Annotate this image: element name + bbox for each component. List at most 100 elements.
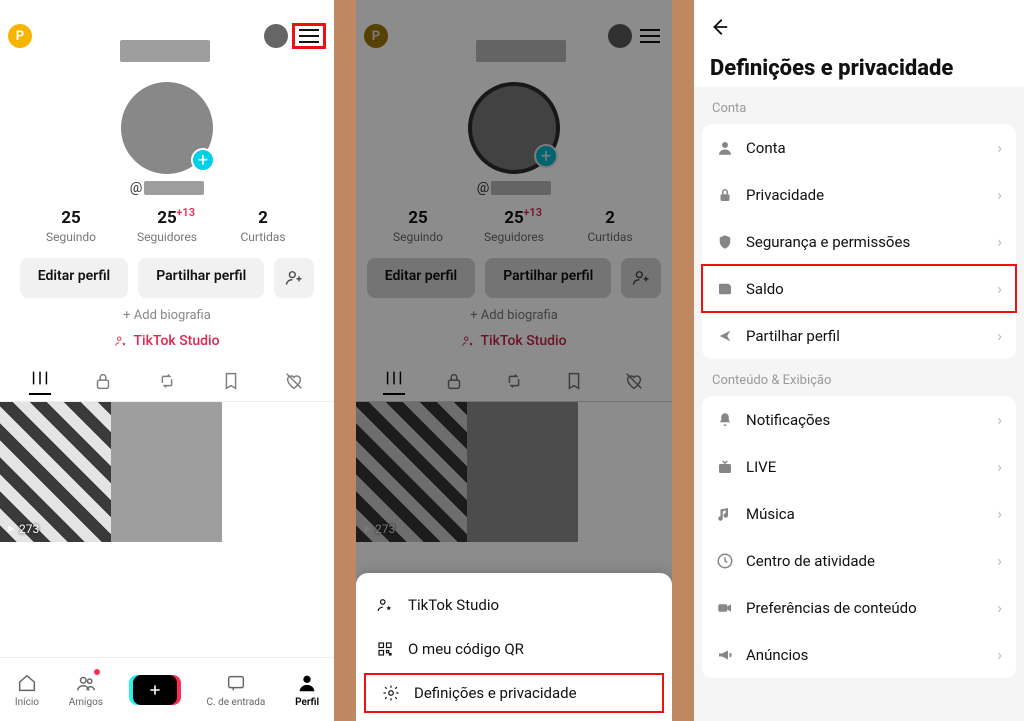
- handle-row: @: [477, 180, 552, 196]
- menu-button[interactable]: [292, 23, 326, 49]
- followers-badge: +13: [523, 206, 542, 219]
- wallet-icon: [716, 280, 734, 298]
- edit-profile-button[interactable]: Editar perfil: [20, 258, 128, 298]
- add-friend-button[interactable]: [274, 258, 314, 298]
- avatar-thumb-icon: [264, 24, 288, 48]
- back-button[interactable]: [708, 16, 730, 38]
- following-label: Seguindo: [370, 230, 466, 244]
- add-avatar-icon[interactable]: +: [191, 148, 215, 172]
- nav-profile-label: Perfil: [295, 697, 319, 708]
- tab-private[interactable]: [92, 370, 114, 392]
- bottom-nav: Início Amigos C. de entrada Perfil: [0, 657, 334, 721]
- profile-block: + @: [0, 60, 334, 196]
- menu-sheet: TikTok Studio O meu código QR Definições…: [356, 573, 672, 721]
- megaphone-icon: [716, 646, 734, 664]
- profile-buttons: Editar perfil Partilhar perfil: [356, 258, 672, 298]
- person-star-icon: [376, 596, 394, 614]
- chevron-right-icon: ›: [997, 504, 1002, 523]
- sheet-settings-privacy[interactable]: Definições e privacidade: [362, 671, 666, 715]
- chevron-right-icon: ›: [997, 598, 1002, 617]
- nav-home[interactable]: Início: [15, 671, 39, 708]
- sheet-tiktok-studio[interactable]: TikTok Studio: [356, 583, 672, 627]
- bookmark-icon: [563, 370, 585, 392]
- video-thumb-redacted: [467, 402, 578, 542]
- lock-icon: [443, 370, 465, 392]
- nav-friends-label: Amigos: [69, 697, 103, 708]
- nav-profile[interactable]: Perfil: [295, 671, 319, 708]
- row-share-profile[interactable]: Partilhar perfil ›: [702, 312, 1016, 359]
- chevron-right-icon: ›: [997, 645, 1002, 664]
- sheet-qr-code[interactable]: O meu código QR: [356, 627, 672, 671]
- heart-off-icon: [623, 370, 645, 392]
- person-icon: [716, 139, 734, 157]
- tab-repost[interactable]: [156, 370, 178, 392]
- settings-body: Conta Conta › Privacidade › Segurança e …: [694, 87, 1024, 721]
- sheet-qr-label: O meu código QR: [408, 640, 524, 658]
- row-content-pref-label: Preferências de conteúdo: [746, 599, 917, 617]
- chevron-right-icon: ›: [997, 410, 1002, 429]
- at-sign: @: [477, 180, 490, 196]
- shield-icon: [716, 233, 734, 251]
- following-label: Seguindo: [23, 230, 119, 244]
- menu-button[interactable]: [636, 26, 664, 46]
- row-live[interactable]: LIVE ›: [702, 443, 1016, 490]
- section-content-label: Conteúdo & Exibição: [694, 359, 1024, 396]
- row-activity-center[interactable]: Centro de atividade ›: [702, 537, 1016, 584]
- video-icon: [716, 599, 734, 617]
- row-ads[interactable]: Anúncios ›: [702, 631, 1016, 678]
- hamburger-icon: [640, 29, 660, 43]
- video-thumb-redacted[interactable]: [111, 402, 222, 542]
- row-balance[interactable]: Saldo ›: [702, 265, 1016, 312]
- lock-icon: [716, 186, 734, 204]
- play-count: 273: [6, 522, 39, 536]
- row-notifications[interactable]: Notificações ›: [702, 396, 1016, 443]
- tab-liked[interactable]: [283, 370, 305, 392]
- row-privacy-label: Privacidade: [746, 186, 824, 204]
- row-share-label: Partilhar perfil: [746, 327, 840, 345]
- add-bio-button[interactable]: + Add biografia: [0, 308, 334, 323]
- row-music[interactable]: Música ›: [702, 490, 1016, 537]
- chevron-right-icon: ›: [997, 138, 1002, 157]
- tab-saved[interactable]: [220, 370, 242, 392]
- tiktok-studio-button[interactable]: TikTok Studio: [0, 333, 334, 349]
- nav-friends[interactable]: Amigos: [69, 671, 103, 708]
- play-count-num: 273: [375, 522, 395, 536]
- nav-inbox[interactable]: C. de entrada: [206, 671, 265, 708]
- tab-saved: [563, 370, 585, 392]
- clock-icon: [716, 552, 734, 570]
- stat-followers[interactable]: +13 25 Seguidores: [119, 208, 215, 244]
- avatar-icon[interactable]: +: [121, 82, 213, 174]
- nav-create[interactable]: [133, 675, 177, 705]
- tab-grid[interactable]: [29, 367, 51, 395]
- row-account-label: Conta: [746, 139, 786, 157]
- share-profile-button[interactable]: Partilhar perfil: [138, 258, 264, 298]
- play-icon: [6, 524, 16, 534]
- stat-following[interactable]: 25 Seguindo: [23, 208, 119, 244]
- bookmark-icon: [220, 370, 242, 392]
- content-tabbar: [356, 357, 672, 402]
- avatar-icon: +: [468, 82, 560, 174]
- play-icon: [362, 524, 372, 534]
- row-account[interactable]: Conta ›: [702, 124, 1016, 171]
- hamburger-icon: [299, 29, 319, 43]
- page-title: Definições e privacidade: [694, 54, 1024, 87]
- person-plus-icon: [284, 268, 304, 288]
- stat-followers: +13 25 Seguidores: [466, 208, 562, 244]
- stat-likes[interactable]: 2 Curtidas: [215, 208, 311, 244]
- row-privacy[interactable]: Privacidade ›: [702, 171, 1016, 218]
- share-icon: [716, 327, 734, 345]
- p-badge-icon: P: [8, 24, 32, 48]
- account-card: Conta › Privacidade › Segurança e permis…: [702, 124, 1016, 359]
- tab-private: [443, 370, 465, 392]
- stats-row: 25 Seguindo +13 25 Seguidores 2 Curtidas: [356, 208, 672, 244]
- row-content-pref[interactable]: Preferências de conteúdo ›: [702, 584, 1016, 631]
- content-tabbar: [0, 357, 334, 402]
- sheet-settings-label: Definições e privacidade: [414, 684, 577, 702]
- at-sign: @: [130, 180, 143, 196]
- tab-liked: [623, 370, 645, 392]
- profile-icon: [295, 671, 319, 695]
- grid-icon: [383, 367, 405, 389]
- video-grid: 273: [0, 402, 334, 542]
- video-thumb[interactable]: 273: [0, 402, 111, 542]
- row-security[interactable]: Segurança e permissões ›: [702, 218, 1016, 265]
